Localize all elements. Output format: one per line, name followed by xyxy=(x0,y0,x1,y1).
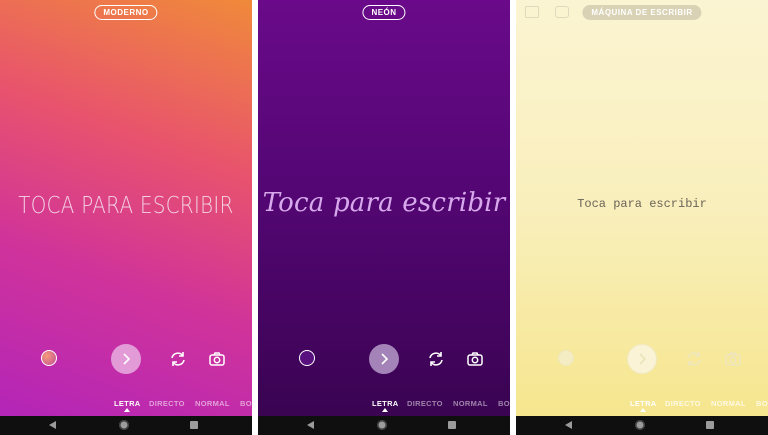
camera-icon[interactable] xyxy=(725,352,741,366)
story-screen-maquina: MÁQUINA DE ESCRIBIR Toca para escribir L… xyxy=(516,0,768,435)
text-style-button[interactable]: MÁQUINA DE ESCRIBIR xyxy=(582,5,702,20)
color-picker-icon[interactable] xyxy=(299,350,315,366)
recent-apps-square-icon[interactable] xyxy=(448,421,456,429)
back-triangle-icon[interactable] xyxy=(565,421,572,429)
tab-directo[interactable]: DIRECTO xyxy=(149,399,185,408)
recent-apps-square-icon[interactable] xyxy=(190,421,198,429)
tab-boomerang[interactable]: BO xyxy=(498,399,510,408)
text-style-button[interactable]: MODERNO xyxy=(94,5,158,20)
chevron-right-icon xyxy=(123,353,131,365)
tap-to-type-prompt[interactable]: TOCA PARA ESCRIBIR xyxy=(18,193,235,219)
story-canvas[interactable]: MÁQUINA DE ESCRIBIR Toca para escribir L… xyxy=(516,0,768,416)
back-triangle-icon[interactable] xyxy=(49,421,56,429)
recent-apps-square-icon[interactable] xyxy=(706,421,714,429)
color-picker-icon[interactable] xyxy=(558,350,574,366)
tab-normal[interactable]: NORMAL xyxy=(711,399,746,408)
active-tab-indicator xyxy=(640,408,646,412)
tab-directo[interactable]: DIRECTO xyxy=(407,399,443,408)
android-nav-bar xyxy=(258,416,510,435)
camera-icon[interactable] xyxy=(209,352,225,366)
chevron-right-icon xyxy=(639,353,647,365)
tap-to-type-prompt[interactable]: Toca para escribir xyxy=(516,197,768,211)
android-nav-bar xyxy=(0,416,252,435)
tab-boomerang[interactable]: BO xyxy=(756,399,768,408)
tab-boomerang[interactable]: BO xyxy=(240,399,252,408)
flip-camera-icon[interactable] xyxy=(685,351,703,367)
color-picker-icon[interactable] xyxy=(41,350,57,366)
camera-icon[interactable] xyxy=(467,352,483,366)
sticker-icon[interactable] xyxy=(555,6,569,18)
android-nav-bar xyxy=(516,416,768,435)
flip-camera-icon[interactable] xyxy=(427,351,445,367)
text-style-button[interactable]: NEÓN xyxy=(362,5,406,20)
tab-normal[interactable]: NORMAL xyxy=(195,399,230,408)
home-circle-icon[interactable] xyxy=(119,420,129,430)
story-screen-moderno: MODERNO TOCA PARA ESCRIBIR LETRA DIRECTO… xyxy=(0,0,252,435)
tab-normal[interactable]: NORMAL xyxy=(453,399,488,408)
menu-icon[interactable] xyxy=(525,6,539,18)
next-button[interactable] xyxy=(369,344,399,374)
chevron-right-icon xyxy=(381,353,389,365)
next-button[interactable] xyxy=(111,344,141,374)
story-canvas[interactable]: MODERNO TOCA PARA ESCRIBIR LETRA DIRECTO… xyxy=(0,0,252,416)
tab-letra[interactable]: LETRA xyxy=(630,399,657,408)
story-screen-neon: NEÓN Toca para escribir LETRA DIRECTO NO… xyxy=(258,0,510,435)
tab-directo[interactable]: DIRECTO xyxy=(665,399,701,408)
tab-letra[interactable]: LETRA xyxy=(114,399,141,408)
tap-to-type-prompt[interactable]: Toca para escribir xyxy=(258,188,510,218)
home-circle-icon[interactable] xyxy=(635,420,645,430)
active-tab-indicator xyxy=(124,408,130,412)
tab-letra[interactable]: LETRA xyxy=(372,399,399,408)
story-canvas[interactable]: NEÓN Toca para escribir LETRA DIRECTO NO… xyxy=(258,0,510,416)
back-triangle-icon[interactable] xyxy=(307,421,314,429)
home-circle-icon[interactable] xyxy=(377,420,387,430)
flip-camera-icon[interactable] xyxy=(169,351,187,367)
next-button[interactable] xyxy=(627,344,657,374)
active-tab-indicator xyxy=(382,408,388,412)
